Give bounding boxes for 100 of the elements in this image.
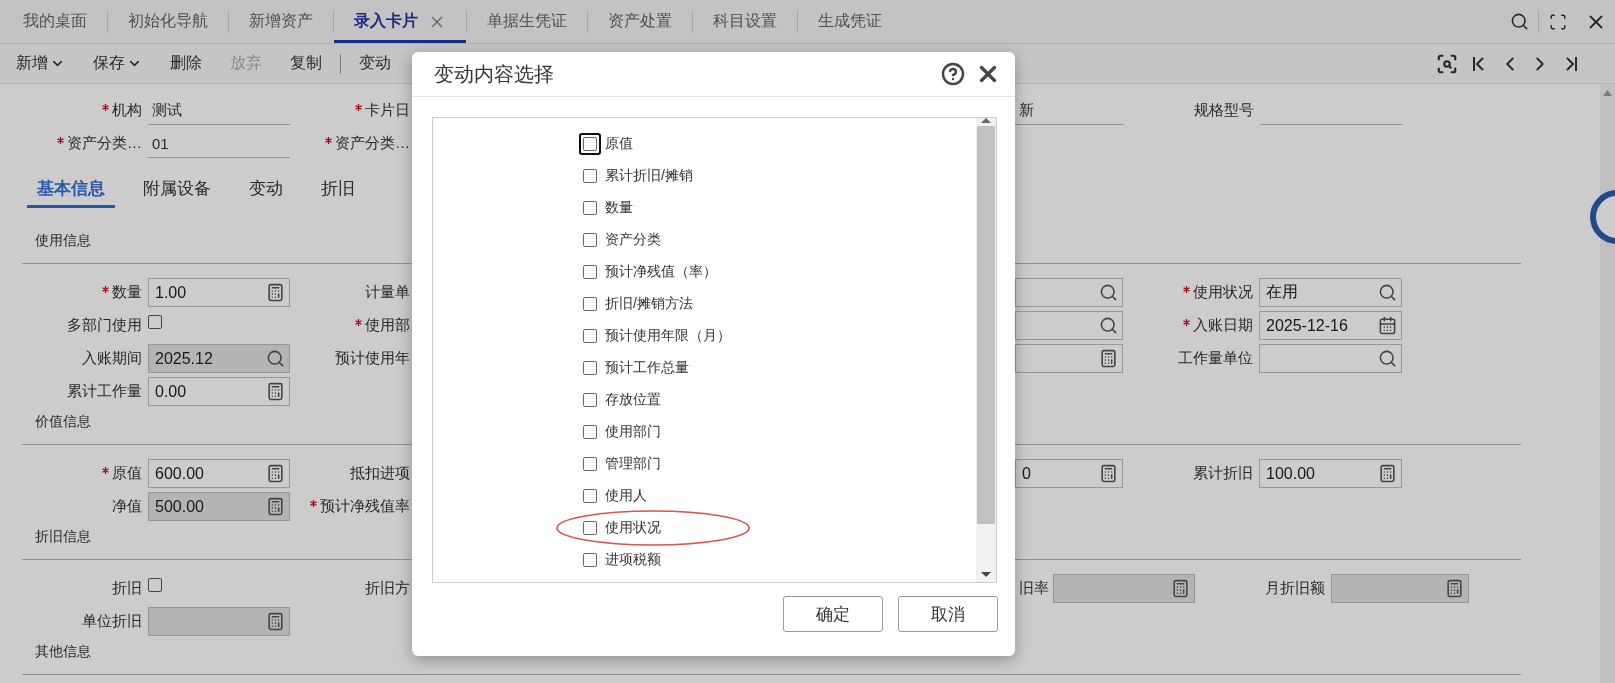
field-label: 折旧方 [365, 579, 410, 598]
scrollbar[interactable] [976, 118, 996, 582]
checkbox[interactable] [583, 553, 597, 567]
calculator-icon[interactable] [1445, 579, 1464, 598]
scrollbar[interactable] [1600, 84, 1615, 683]
input-field[interactable]: 600.00 [148, 459, 290, 488]
page-tab[interactable]: 资产处置 [588, 0, 692, 43]
search-icon[interactable] [1099, 283, 1118, 302]
field-label: 预计净残值率 [320, 497, 410, 516]
section-tab[interactable]: 附属设备 [133, 172, 221, 208]
checkbox[interactable] [583, 233, 597, 247]
option-label: 资产分类 [605, 231, 661, 249]
field-label: 资产分类… [67, 134, 142, 153]
field-label: 原值 [112, 464, 142, 483]
field-label: 旧率 [1019, 579, 1049, 598]
input-field[interactable] [1331, 574, 1469, 603]
calculator-icon[interactable] [266, 612, 285, 631]
calculator-icon[interactable] [266, 283, 285, 302]
cancel-button[interactable]: 取消 [898, 596, 998, 632]
input-field[interactable]: 0.00 [148, 377, 290, 406]
option-label: 管理部门 [605, 455, 661, 473]
checkbox[interactable] [583, 361, 597, 375]
checkbox[interactable] [583, 265, 597, 279]
fullscreen-icon[interactable] [1549, 12, 1567, 31]
field-label: 数量 [112, 283, 142, 302]
toolbar-button[interactable]: 删除 [170, 53, 202, 74]
input-field[interactable] [1015, 278, 1123, 307]
field-label: 净值 [112, 497, 142, 516]
calculator-icon[interactable] [1171, 579, 1190, 598]
section-tab[interactable]: 折旧 [311, 172, 365, 208]
first-page-icon[interactable] [1472, 54, 1486, 73]
option-label: 使用部门 [605, 423, 661, 441]
checkbox[interactable] [583, 457, 597, 471]
field-label: 使用状况 [1193, 283, 1253, 302]
search-icon[interactable] [1378, 349, 1397, 368]
preview-icon[interactable] [1436, 52, 1458, 75]
checkbox[interactable] [583, 425, 597, 439]
input-field[interactable]: 在用 [1259, 278, 1402, 307]
page-tab[interactable]: 单据生凭证 [467, 0, 587, 43]
option-label: 存放位置 [605, 391, 661, 409]
checkbox[interactable] [583, 169, 597, 183]
section-tab[interactable]: 基本信息 [27, 172, 115, 208]
checkbox[interactable] [583, 521, 597, 535]
input-field[interactable]: 01 [148, 129, 290, 158]
checkbox[interactable] [583, 393, 597, 407]
option-label: 进项税额 [605, 551, 661, 569]
calendar-icon[interactable] [1378, 316, 1397, 335]
scroll-up-icon[interactable] [981, 118, 991, 124]
input-field[interactable] [148, 607, 290, 636]
page-tab[interactable]: 科目设置 [693, 0, 797, 43]
page-tab[interactable]: 生成凭证 [798, 0, 902, 43]
field-label: 计量单 [365, 283, 410, 302]
help-icon[interactable] [941, 62, 965, 86]
section-title: 折旧信息 [35, 527, 91, 546]
calculator-icon[interactable] [266, 464, 285, 483]
field-label: 入账日期 [1193, 316, 1253, 335]
page-tab[interactable]: 我的桌面 [3, 0, 107, 43]
input-field[interactable] [1259, 344, 1402, 373]
calculator-icon[interactable] [266, 497, 285, 516]
checkbox[interactable] [583, 329, 597, 343]
input-field[interactable]: 500.00 [148, 492, 290, 521]
toolbar-button[interactable]: 复制 [290, 53, 322, 74]
input-field[interactable]: 1.00 [148, 278, 290, 307]
toolbar-button[interactable]: 新增 [16, 53, 65, 74]
calculator-icon[interactable] [1378, 464, 1397, 483]
checkbox[interactable] [148, 314, 162, 329]
page-tab[interactable]: 初始化导航 [108, 0, 228, 43]
toolbar-button[interactable]: 变动 [340, 53, 391, 74]
input-field[interactable]: 2025.12 [148, 344, 290, 373]
confirm-button[interactable]: 确定 [783, 596, 883, 632]
search-icon[interactable] [1378, 283, 1397, 302]
calculator-icon[interactable] [266, 382, 285, 401]
checkbox[interactable] [583, 201, 597, 215]
option-label: 累计折旧/摊销 [605, 167, 693, 185]
checkbox[interactable] [583, 489, 597, 503]
search-icon[interactable] [266, 349, 285, 368]
search-icon[interactable] [1099, 316, 1118, 335]
option-label: 原值 [605, 135, 633, 153]
calculator-icon[interactable] [1099, 349, 1118, 368]
section-tab[interactable]: 变动 [239, 172, 293, 208]
input-field[interactable] [1015, 311, 1123, 340]
field-label: 多部门使用 [67, 316, 142, 335]
page-tab[interactable]: 新增资产 [229, 0, 333, 43]
toolbar-button[interactable]: 保存 [93, 53, 142, 74]
last-page-icon[interactable] [1564, 54, 1578, 73]
input-field[interactable] [1053, 574, 1195, 603]
input-field[interactable] [1015, 344, 1123, 373]
option-label: 预计净残值（率） [605, 263, 717, 281]
input-field[interactable]: 测试 [148, 96, 290, 125]
section-title: 价值信息 [35, 412, 91, 431]
checkbox[interactable] [583, 297, 597, 311]
input-field[interactable]: 0 [1015, 459, 1123, 488]
search-icon[interactable] [1509, 12, 1529, 31]
scroll-down-icon[interactable] [981, 572, 991, 578]
calculator-icon[interactable] [1099, 464, 1118, 483]
field-label: 抵扣进项 [350, 464, 410, 483]
section-title: 其他信息 [35, 642, 91, 661]
input-field[interactable]: 2025-12-16 [1259, 311, 1402, 340]
checkbox[interactable] [148, 577, 162, 592]
input-field[interactable]: 100.00 [1259, 459, 1402, 488]
